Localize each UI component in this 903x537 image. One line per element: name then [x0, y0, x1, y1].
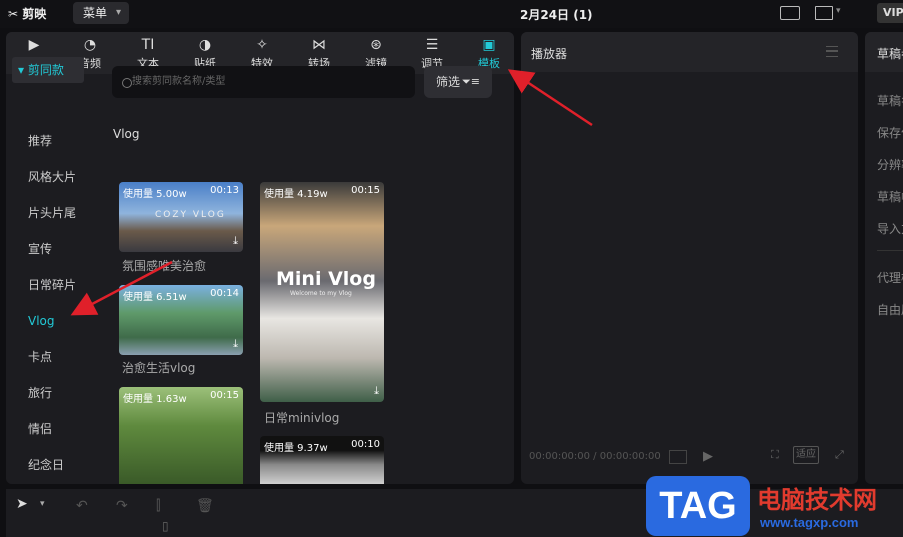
arrow-to-template-tab — [507, 69, 593, 127]
watermark-site-name: 电脑技术网 — [757, 486, 877, 514]
watermark-logo: TAG — [646, 476, 750, 536]
annotation-arrows — [70, 69, 593, 316]
watermark-url: www.tagxp.com — [760, 515, 859, 530]
arrow-to-vlog-item — [70, 260, 173, 316]
